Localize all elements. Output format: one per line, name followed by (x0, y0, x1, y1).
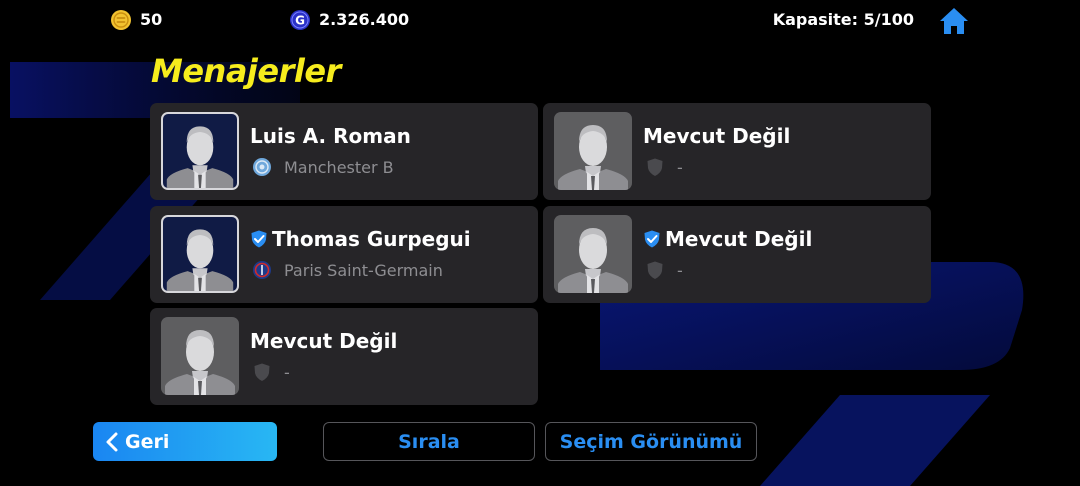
manager-portrait (161, 317, 239, 395)
manager-card[interactable]: Luis A. Roman Manchester B (150, 103, 538, 200)
coin-icon (111, 10, 131, 30)
club-row: - (645, 157, 683, 177)
club-crest-icon (253, 158, 271, 176)
checkmark-icon (644, 230, 660, 248)
sort-button-label: Sırala (398, 430, 460, 453)
coins-value: 50 (140, 10, 163, 29)
club-name: Manchester B (284, 157, 394, 177)
shield-icon (647, 261, 663, 279)
manager-name-row: Mevcut Değil (250, 329, 397, 353)
sort-button[interactable]: Sırala (323, 422, 535, 461)
back-button-label: Geri (125, 430, 170, 453)
person-silhouette-icon (166, 229, 234, 291)
home-icon[interactable] (938, 5, 970, 37)
club-name: - (284, 362, 290, 382)
manager-name: Mevcut Değil (643, 124, 791, 148)
checkmark-icon (251, 230, 267, 248)
club-row: - (252, 362, 290, 382)
club-name: Paris Saint-Germain (284, 260, 443, 280)
top-bar: 50 G 2.326.400 Kapasite: 5/100 (0, 0, 1080, 40)
manager-portrait (161, 215, 239, 293)
club-name: - (677, 260, 683, 280)
manager-name-row: Luis A. Roman (250, 124, 411, 148)
manager-name-row: Mevcut Değil (643, 227, 812, 251)
manager-name: Mevcut Değil (250, 329, 398, 353)
club-crest-icon (253, 261, 271, 279)
back-button[interactable]: Geri (93, 422, 277, 461)
gp-display: G 2.326.400 (289, 9, 409, 31)
manager-portrait (161, 112, 239, 190)
manager-card[interactable]: Mevcut Değil - (150, 308, 538, 405)
person-silhouette-icon (166, 126, 234, 188)
page-title: Menajerler (151, 52, 341, 90)
club-row: Manchester B (252, 157, 394, 177)
manager-name: Thomas Gurpegui (272, 227, 471, 251)
manager-name: Mevcut Değil (665, 227, 813, 251)
svg-text:G: G (295, 14, 305, 28)
manager-portrait (554, 112, 632, 190)
person-silhouette-icon (558, 228, 628, 293)
selection-view-button[interactable]: Seçim Görünümü (545, 422, 757, 461)
club-row: Paris Saint-Germain (252, 260, 443, 280)
shield-icon (647, 158, 663, 176)
manager-name-row: Mevcut Değil (643, 124, 790, 148)
person-silhouette-icon (165, 330, 235, 395)
gp-value: 2.326.400 (319, 10, 410, 29)
person-silhouette-icon (558, 125, 628, 190)
selection-view-button-label: Seçim Görünümü (559, 430, 743, 453)
manager-name-row: Thomas Gurpegui (250, 227, 471, 251)
gp-icon: G (290, 10, 310, 30)
club-name: - (677, 157, 683, 177)
manager-name: Luis A. Roman (250, 124, 411, 148)
capacity-label: Kapasite: 5/100 (772, 10, 914, 29)
manager-card[interactable]: Mevcut Değil - (543, 103, 931, 200)
coins-display: 50 (110, 9, 162, 31)
manager-card[interactable]: Thomas Gurpegui Paris Saint-Germain (150, 206, 538, 303)
manager-card[interactable]: Mevcut Değil - (543, 206, 931, 303)
chevron-left-icon (106, 432, 118, 451)
club-row: - (645, 260, 683, 280)
manager-portrait (554, 215, 632, 293)
shield-icon (254, 363, 270, 381)
